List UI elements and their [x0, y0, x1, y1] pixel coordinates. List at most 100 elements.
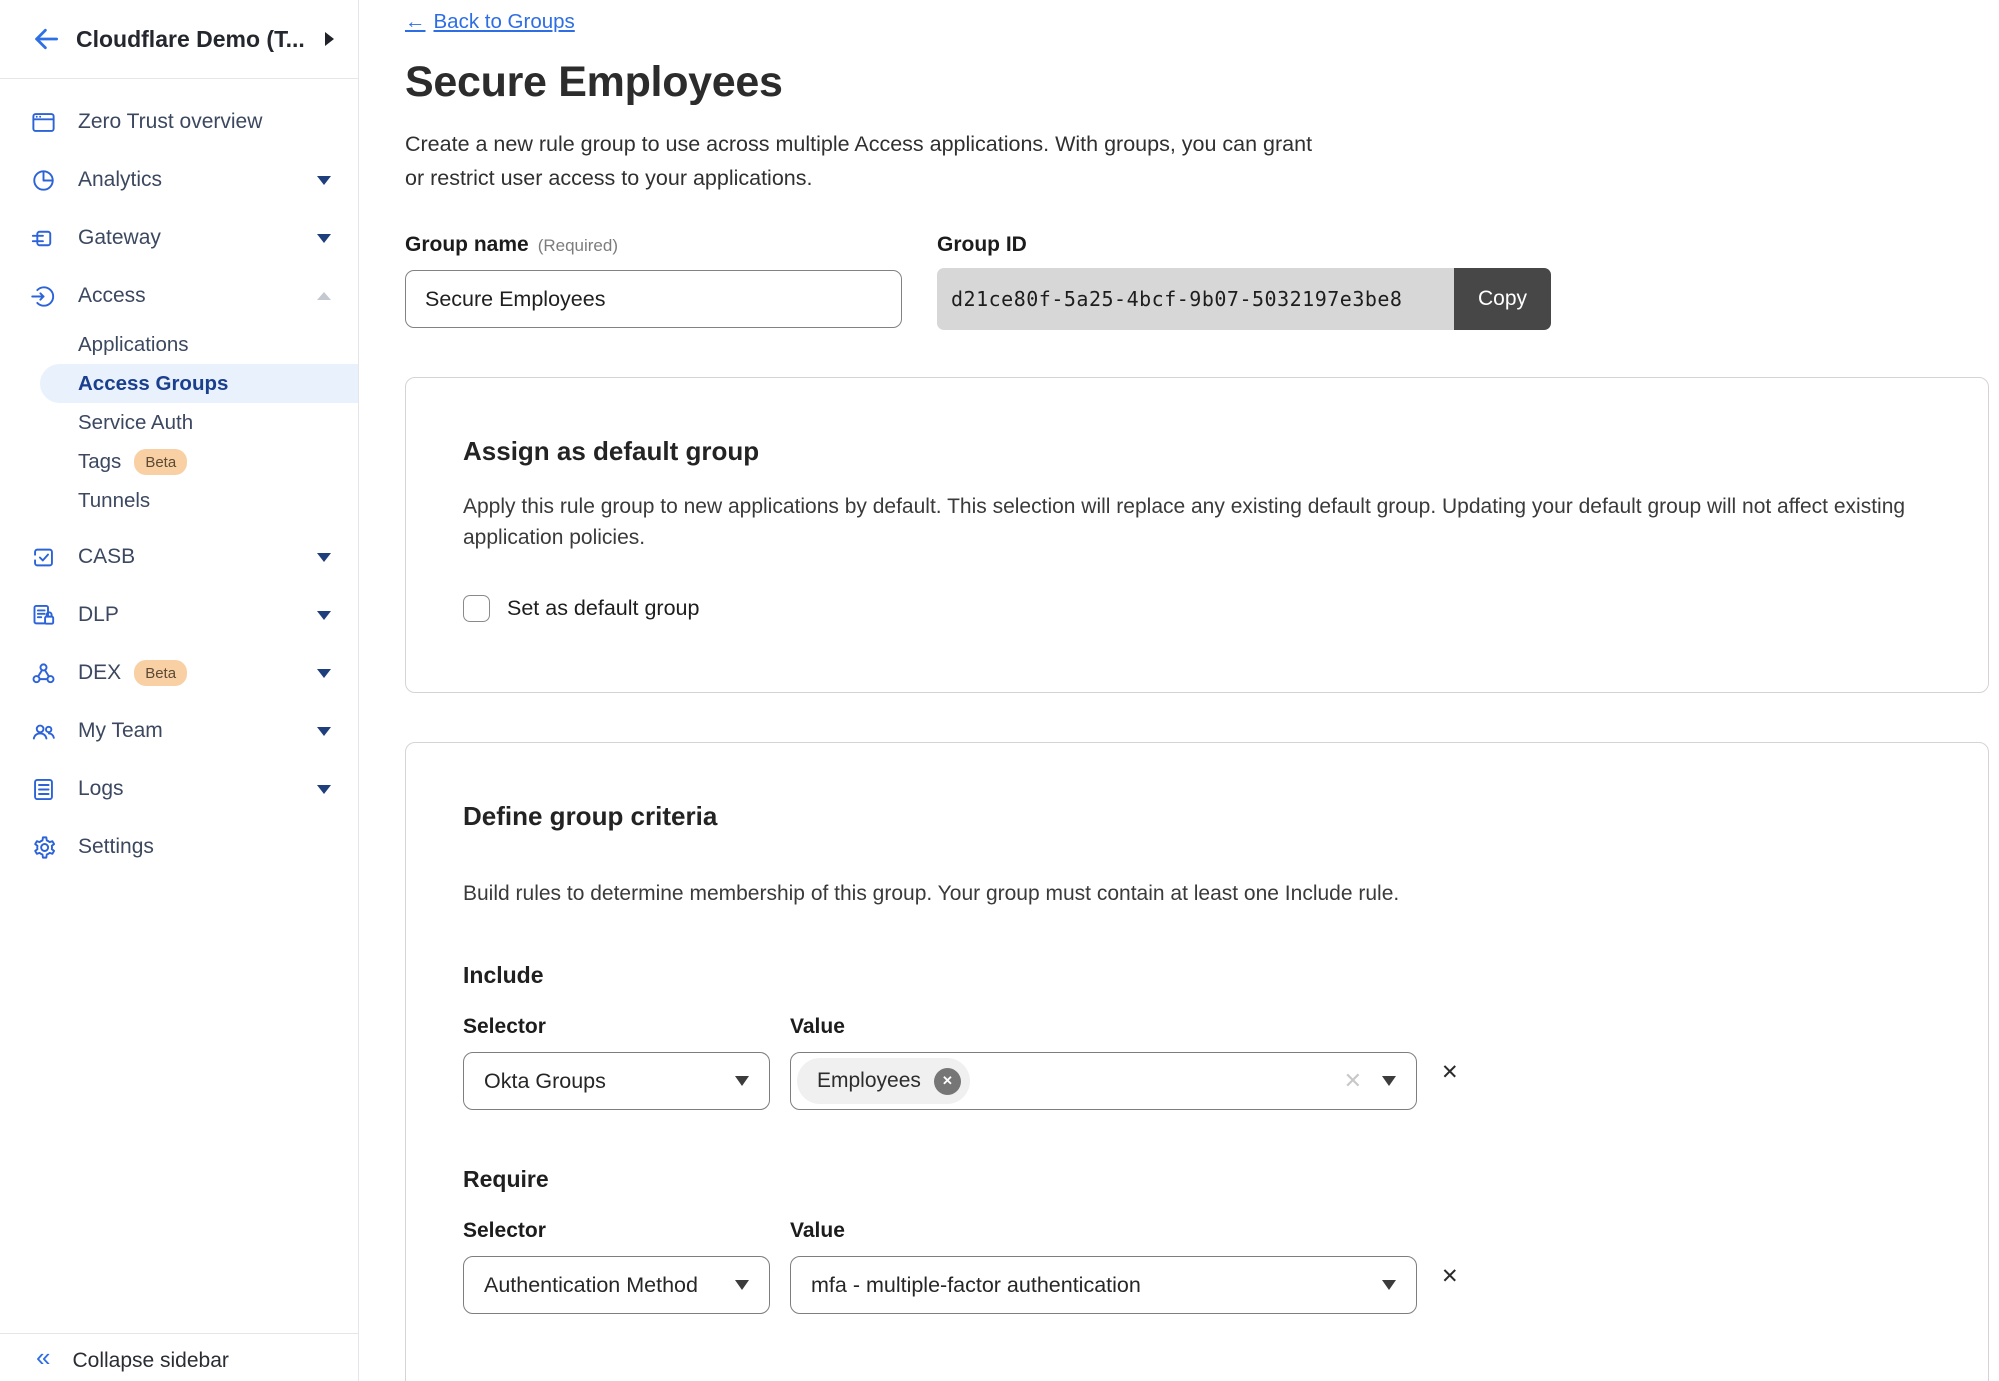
sidebar-item-analytics[interactable]: Analytics — [0, 151, 358, 209]
checkbox-label: Set as default group — [507, 596, 699, 621]
group-id-value: d21ce80f-5a25-4bcf-9b07-5032197e3be8 — [937, 268, 1454, 330]
back-link-label: Back to Groups — [434, 10, 575, 34]
account-expand-icon[interactable] — [325, 32, 334, 46]
group-id-field-group: Group ID d21ce80f-5a25-4bcf-9b07-5032197… — [937, 233, 1551, 330]
sidebar-item-dlp[interactable]: DLP — [0, 586, 358, 644]
sidebar-item-label: Logs — [78, 777, 124, 801]
sidebar-item-label: DLP — [78, 603, 119, 627]
sidebar-item-label: Settings — [78, 835, 154, 859]
selected-option: Okta Groups — [484, 1069, 606, 1094]
card-title: Define group criteria — [463, 801, 1931, 832]
sidebar-item-label: Access — [78, 284, 146, 308]
zero-trust-dashboard: Cloudflare Demo (T... Zero Trust overvie… — [0, 0, 1999, 1381]
beta-badge: Beta — [134, 660, 187, 686]
sidebar-item-casb[interactable]: CASB — [0, 528, 358, 586]
chevron-down-icon[interactable] — [317, 553, 331, 562]
access-login-icon — [30, 283, 57, 310]
back-arrow-icon[interactable] — [30, 23, 62, 55]
selected-option: Authentication Method — [484, 1273, 698, 1298]
group-id-label: Group ID — [937, 233, 1551, 257]
sidebar-item-access[interactable]: Access — [0, 267, 358, 325]
sidebar-item-tags[interactable]: Tags Beta — [0, 442, 358, 481]
sidebar-item-label: Analytics — [78, 168, 162, 192]
group-name-label: Group name — [405, 233, 529, 256]
require-rule-row: Selector Value Authentication Method mfa… — [463, 1219, 1931, 1314]
description-line: or restrict user access to your applicat… — [405, 161, 1999, 195]
criteria-description: Build rules to determine membership of t… — [463, 882, 1931, 906]
collapse-sidebar-button[interactable]: « Collapse sidebar — [0, 1333, 358, 1381]
chevron-down-icon[interactable] — [317, 234, 331, 243]
back-to-groups-link[interactable]: ← Back to Groups — [405, 10, 575, 34]
value-chip: Employees ✕ — [797, 1058, 970, 1104]
group-identity-row: Group name (Required) Group ID d21ce80f-5… — [405, 233, 1999, 330]
clear-values-icon[interactable]: ✕ — [1344, 1068, 1362, 1094]
sidebar-item-applications[interactable]: Applications — [0, 325, 358, 364]
remove-include-rule-icon[interactable]: ✕ — [1441, 1060, 1931, 1085]
page-description: Create a new rule group to use across mu… — [405, 127, 1999, 195]
account-title: Cloudflare Demo (T... — [76, 26, 325, 53]
sidebar-item-settings[interactable]: Settings — [0, 818, 358, 876]
sidebar-header: Cloudflare Demo (T... — [0, 0, 358, 79]
require-selector-dropdown[interactable]: Authentication Method — [463, 1256, 770, 1314]
sidebar-item-access-groups[interactable]: Access Groups — [40, 364, 358, 403]
chevron-down-icon — [1382, 1280, 1396, 1290]
sidebar-item-zero-trust-overview[interactable]: Zero Trust overview — [0, 93, 358, 151]
chip-remove-icon[interactable]: ✕ — [934, 1068, 961, 1095]
sidebar-subitem-label: Applications — [78, 333, 189, 357]
sidebar-item-logs[interactable]: Logs — [0, 760, 358, 818]
sidebar-item-label: My Team — [78, 719, 163, 743]
group-name-input[interactable] — [405, 270, 902, 328]
chevrons-left-icon: « — [36, 1342, 50, 1373]
chevron-down-icon[interactable] — [317, 727, 331, 736]
main-content: ← Back to Groups Secure Employees Create… — [359, 0, 1999, 1381]
value-column-label: Value — [790, 1015, 1417, 1039]
gateway-icon — [30, 225, 57, 252]
chevron-down-icon[interactable] — [317, 176, 331, 185]
gear-icon — [30, 834, 57, 861]
require-value-dropdown[interactable]: mfa - multiple-factor authentication — [790, 1256, 1417, 1314]
sidebar-item-label: DEX — [78, 661, 121, 685]
sidebar-item-dex[interactable]: DEX Beta — [0, 644, 358, 702]
chip-label: Employees — [817, 1069, 921, 1093]
sidebar-item-label: Gateway — [78, 226, 161, 250]
team-people-icon — [30, 718, 57, 745]
description-line: Create a new rule group to use across mu… — [405, 127, 1999, 161]
checkbox[interactable] — [463, 595, 490, 622]
set-default-group-checkbox-row[interactable]: Set as default group — [463, 595, 1931, 622]
sidebar-item-my-team[interactable]: My Team — [0, 702, 358, 760]
chevron-up-icon[interactable] — [317, 292, 331, 300]
sidebar-item-label: Zero Trust overview — [78, 110, 262, 134]
sidebar-item-service-auth[interactable]: Service Auth — [0, 403, 358, 442]
include-heading: Include — [463, 962, 1931, 989]
sidebar-item-gateway[interactable]: Gateway — [0, 209, 358, 267]
sidebar-subitem-label: Tags — [78, 450, 121, 474]
include-selector-dropdown[interactable]: Okta Groups — [463, 1052, 770, 1110]
chevron-down-icon — [735, 1280, 749, 1290]
chevron-down-icon[interactable] — [317, 669, 331, 678]
logs-list-icon — [30, 776, 57, 803]
sidebar-subitem-label: Tunnels — [78, 489, 150, 513]
collapse-sidebar-label: Collapse sidebar — [72, 1349, 228, 1373]
selector-column-label: Selector — [463, 1219, 770, 1243]
chevron-down-icon — [735, 1076, 749, 1086]
dex-network-icon — [30, 660, 57, 687]
overview-icon — [30, 109, 57, 136]
define-group-criteria-card: Define group criteria Build rules to det… — [405, 742, 1989, 1381]
include-rule-row: Selector Value Okta Groups Employees ✕ ✕ — [463, 1015, 1931, 1110]
selector-column-label: Selector — [463, 1015, 770, 1039]
group-name-field-group: Group name (Required) — [405, 233, 902, 330]
card-body-line: Apply this rule group to new application… — [463, 491, 1931, 522]
remove-require-rule-icon[interactable]: ✕ — [1441, 1264, 1931, 1289]
back-arrow-glyph: ← — [405, 10, 426, 34]
card-body-text: Apply this rule group to new application… — [463, 491, 1931, 553]
chevron-down-icon[interactable] — [317, 785, 331, 794]
required-hint: (Required) — [538, 236, 618, 255]
sidebar-item-label: CASB — [78, 545, 135, 569]
sidebar-item-tunnels[interactable]: Tunnels — [0, 481, 358, 520]
include-value-multiselect[interactable]: Employees ✕ ✕ — [790, 1052, 1417, 1110]
chevron-down-icon[interactable] — [317, 611, 331, 620]
sidebar-nav: Zero Trust overview Analytics Gateway — [0, 79, 358, 876]
copy-button[interactable]: Copy — [1454, 268, 1551, 330]
selected-option: mfa - multiple-factor authentication — [811, 1273, 1141, 1298]
casb-icon — [30, 544, 57, 571]
